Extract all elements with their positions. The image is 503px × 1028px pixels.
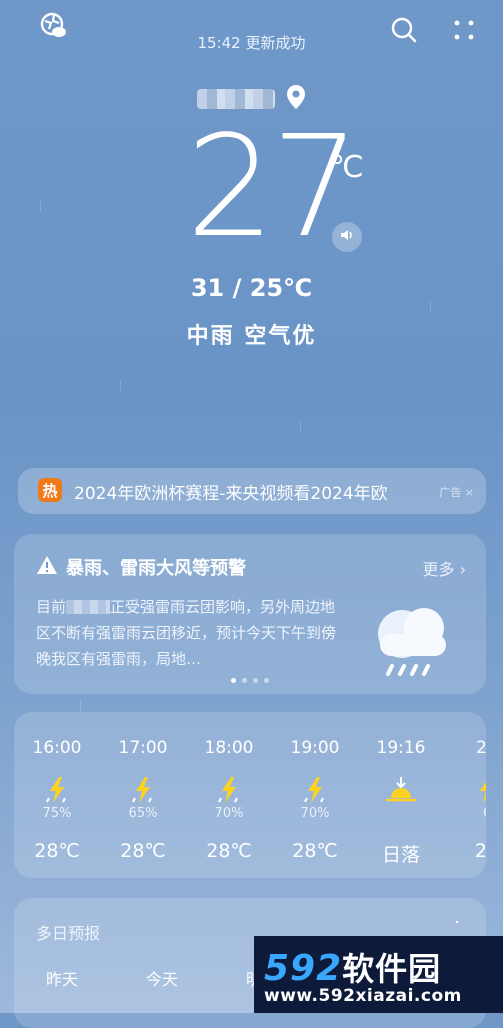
- hour-temp: 28: [474, 840, 486, 862]
- daily-more-icon[interactable]: ·: [454, 912, 460, 933]
- watermark-url: www.592xiazai.com: [264, 986, 462, 1006]
- pager-dots: [14, 678, 486, 683]
- hour-precip: 6: [452, 806, 486, 822]
- hour-temp: 28℃: [206, 840, 252, 862]
- hour-item: 19:16 日落: [366, 738, 436, 867]
- hour-temp: 日落: [381, 844, 420, 866]
- thunder-icon: [108, 776, 178, 806]
- hour-precip: 70%: [300, 806, 330, 821]
- hour-time: 19:16: [376, 738, 426, 758]
- ad-banner[interactable]: 热 2024年欧洲杯赛程-来央视频看2024年欧 广告 ×: [18, 468, 486, 514]
- alert-title: 暴雨、雷雨大风等预警: [66, 558, 246, 579]
- hour-item: 20 6 28: [452, 738, 486, 862]
- watermark-brand: 592软件园: [264, 944, 441, 990]
- speaker-icon: [339, 227, 355, 247]
- temperature-unit: ℃: [330, 150, 364, 185]
- weather-condition: 中雨 空气优: [186, 324, 317, 349]
- hot-badge-icon: 热: [38, 478, 62, 502]
- pager-dot: [242, 678, 247, 683]
- alert-body-prefix: 目前: [36, 598, 67, 616]
- hour-item: 16:00 75% 28℃: [22, 738, 92, 862]
- watermark-number: 592: [264, 948, 343, 989]
- thunder-icon: [452, 776, 486, 806]
- hourly-forecast-card[interactable]: 16:00 75% 28℃ 17:00 65% 28℃ 18:00 70% 28…: [14, 712, 486, 878]
- hour-item: 18:00 70% 28℃: [194, 738, 264, 862]
- watermark-chinese: 软件园: [342, 950, 442, 988]
- rain-streak: [40, 200, 41, 212]
- hour-time: 20: [476, 738, 486, 758]
- rain-streak: [120, 380, 121, 392]
- pager-dot: [253, 678, 258, 683]
- alert-more-link[interactable]: 更多 ›: [423, 556, 467, 580]
- thunder-icon: [194, 776, 264, 806]
- day-tab[interactable]: 今天: [146, 966, 178, 990]
- current-temperature: 27: [186, 106, 360, 269]
- thunder-icon: [22, 776, 92, 806]
- hour-precip: 65%: [128, 806, 158, 821]
- rain-cloud-icon: [366, 594, 456, 684]
- hour-precip: 75%: [42, 806, 72, 821]
- rain-streak: [80, 700, 81, 712]
- hour-time: 16:00: [32, 738, 82, 758]
- more-icon[interactable]: [448, 14, 480, 46]
- alert-title-row: 暴雨、雷雨大风等预警: [36, 554, 246, 580]
- weather-alert-card[interactable]: 暴雨、雷雨大风等预警 更多 › 目前 正受强雷雨云团影响，另外周边地区不断有强雷雨…: [14, 534, 486, 694]
- hour-precip: 70%: [214, 806, 244, 821]
- hour-temp: 28℃: [120, 840, 166, 862]
- pager-dot: [264, 678, 269, 683]
- sunset-icon: [366, 776, 436, 806]
- hour-item: 19:00 70% 28℃: [280, 738, 350, 862]
- site-watermark: 592软件园 www.592xiazai.com: [254, 936, 503, 1013]
- hour-time: 18:00: [204, 738, 254, 758]
- hour-time: 19:00: [290, 738, 340, 758]
- warning-icon: [36, 555, 58, 580]
- redacted-place: [66, 600, 111, 614]
- temperature-range: 31 / 25℃: [190, 274, 313, 302]
- ad-close-button[interactable]: 广告 ×: [439, 484, 474, 500]
- hour-temp: 28℃: [292, 840, 338, 862]
- thunder-icon: [280, 776, 350, 806]
- daily-title: 多日预报: [36, 924, 101, 943]
- search-icon[interactable]: [388, 14, 420, 46]
- hour-item: 17:00 65% 28℃: [108, 738, 178, 862]
- alert-body: 目前 正受强雷雨云团影响，另外周边地区不断有强雷雨云团移近，预计今天下午到傍晚我区…: [36, 594, 336, 672]
- pager-dot: [231, 678, 236, 683]
- hour-precip: [366, 806, 436, 822]
- day-tab[interactable]: 昨天: [46, 966, 78, 990]
- hour-temp: 28℃: [34, 840, 80, 862]
- hour-time: 17:00: [118, 738, 168, 758]
- rain-streak: [300, 420, 301, 432]
- speaker-button[interactable]: [332, 222, 362, 252]
- ad-text[interactable]: 2024年欧洲杯赛程-来央视频看2024年欧: [74, 479, 426, 504]
- update-status: 15:42 更新成功: [197, 34, 306, 52]
